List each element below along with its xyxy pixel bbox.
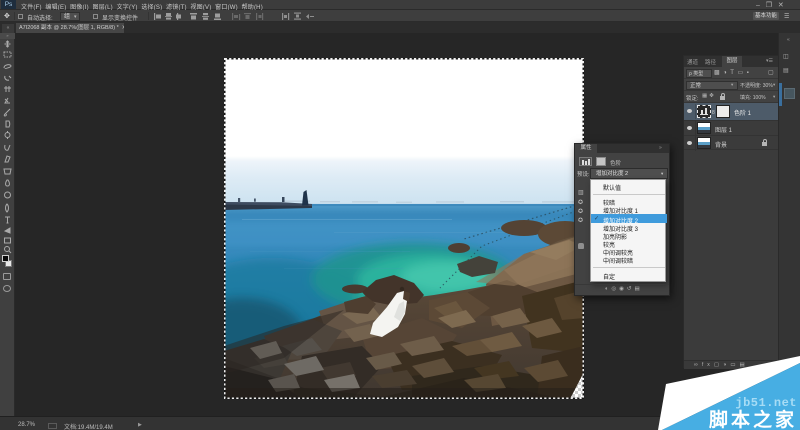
svg-text:脚本之家: 脚本之家 (709, 408, 797, 430)
svg-text:jb51.net: jb51.net (735, 396, 797, 410)
